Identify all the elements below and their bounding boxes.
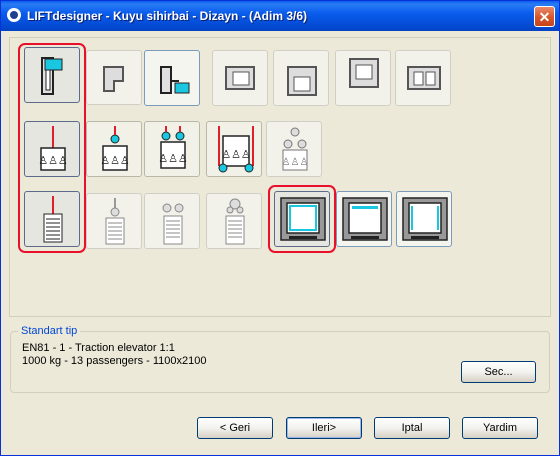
suspension-pulley-icon[interactable]: ♙♙♙ [266, 121, 322, 177]
standard-type-group: Standart tip EN81 - 1 - Traction elevato… [10, 325, 550, 393]
title-bar[interactable]: LIFTdesigner - Kuyu sihirbai - Dizayn - … [1, 1, 559, 31]
shaft-l-shape-icon[interactable] [86, 50, 142, 105]
svg-text:♙♙♙: ♙♙♙ [282, 157, 309, 168]
suspension-2to1-top-icon[interactable]: ♙♙♙ [86, 121, 142, 177]
standard-type-label: Standart tip [18, 325, 81, 337]
standard-type-capacity: 1000 kg - 13 passengers - 1100x2100 [22, 355, 207, 367]
help-button[interactable]: Yardim [462, 417, 538, 439]
design-options-panel: ♙♙♙ ♙♙♙ ♙♙♙ ♙♙♙ ♙♙♙ [9, 37, 551, 317]
shaft-double-car-icon[interactable] [395, 50, 451, 106]
suspension-underslung-icon[interactable]: ♙♙♙ [206, 121, 262, 177]
window-title: LIFTdesigner - Kuyu sihirbai - Dizayn - … [27, 9, 308, 23]
suspension-2to1-double-icon[interactable]: ♙♙♙ [144, 121, 200, 177]
shaft-car-with-corner-icon[interactable] [144, 50, 200, 106]
counterweight-pulley-icon[interactable] [206, 193, 262, 249]
close-button[interactable]: ✕ [534, 6, 555, 27]
next-button[interactable]: Ileri> [286, 417, 362, 439]
shaft-door-top-icon[interactable] [335, 50, 391, 106]
counterweight-2to1-icon[interactable] [86, 193, 142, 249]
svg-text:♙♙♙: ♙♙♙ [158, 153, 188, 165]
door-two-panel-icon[interactable] [396, 191, 452, 247]
counterweight-double-icon[interactable] [144, 193, 200, 249]
back-button[interactable]: < Geri [197, 417, 273, 439]
select-button[interactable]: Sec... [461, 361, 536, 383]
standard-type-norm: EN81 - 1 - Traction elevator 1:1 [22, 342, 175, 354]
svg-text:♙♙♙: ♙♙♙ [221, 149, 251, 161]
selected-column-outline [18, 43, 86, 253]
cancel-button[interactable]: Iptal [374, 417, 450, 439]
door-top-opening-icon[interactable] [336, 191, 392, 247]
app-icon [7, 8, 21, 22]
shaft-door-left-icon[interactable] [212, 50, 268, 106]
shaft-door-bottom-icon[interactable] [273, 50, 329, 106]
wizard-window: LIFTdesigner - Kuyu sihirbai - Dizayn - … [0, 0, 560, 456]
selected-door-outline [268, 185, 336, 253]
svg-text:♙♙♙: ♙♙♙ [100, 155, 130, 167]
